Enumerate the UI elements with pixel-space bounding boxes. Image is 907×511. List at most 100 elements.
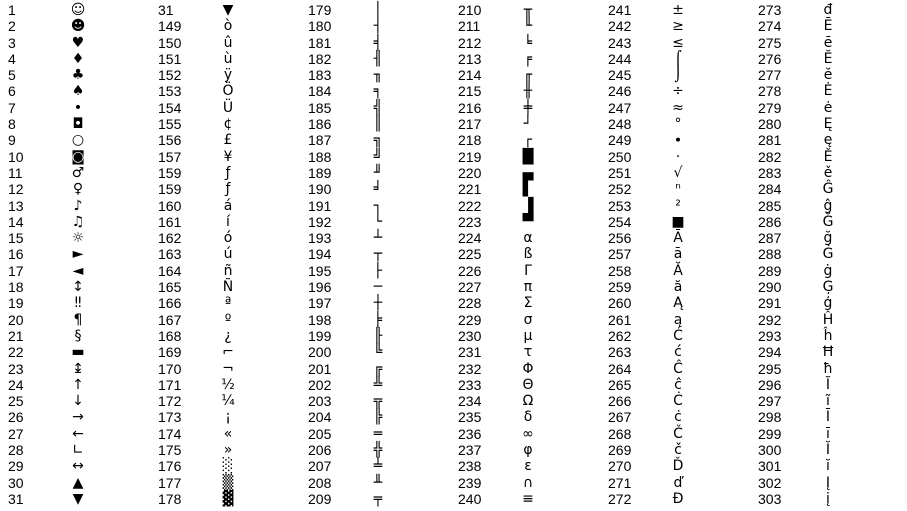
code-number: 175 bbox=[158, 442, 198, 458]
code-glyph: ć bbox=[648, 344, 708, 360]
code-number: 262 bbox=[608, 328, 648, 344]
code-glyph: ◄ bbox=[48, 263, 108, 279]
code-number: 27 bbox=[8, 426, 48, 442]
code-number: 231 bbox=[458, 344, 498, 360]
code-glyph: ╬ bbox=[348, 442, 408, 458]
code-glyph: ↨ bbox=[48, 361, 108, 377]
code-glyph: π bbox=[498, 279, 558, 295]
code-number: 271 bbox=[608, 475, 648, 491]
code-glyph: Ü bbox=[198, 100, 258, 116]
code-number: 176 bbox=[158, 458, 198, 474]
code-number: 208 bbox=[308, 475, 348, 491]
code-number: 220 bbox=[458, 165, 498, 181]
code-number: 269 bbox=[608, 442, 648, 458]
code-number: 221 bbox=[458, 181, 498, 197]
code-glyph: Ī bbox=[798, 409, 858, 425]
code-glyph: ↕ bbox=[48, 279, 108, 295]
code-glyph: £ bbox=[198, 132, 258, 148]
code-number: 165 bbox=[158, 279, 198, 295]
code-glyph: ƒ bbox=[198, 181, 258, 197]
code-number: 198 bbox=[308, 312, 348, 328]
code-glyph: ▬ bbox=[48, 344, 108, 360]
code-glyph: ġ bbox=[798, 263, 858, 279]
code-glyph: ā bbox=[648, 246, 708, 262]
code-number: 293 bbox=[758, 328, 798, 344]
code-glyph: Č bbox=[648, 426, 708, 442]
code-number: 205 bbox=[308, 426, 348, 442]
code-number: 283 bbox=[758, 165, 798, 181]
code-glyph: ≡ bbox=[498, 491, 558, 507]
code-glyph: ¬ bbox=[198, 361, 258, 377]
code-number: 12 bbox=[8, 181, 48, 197]
code-number: 10 bbox=[8, 149, 48, 165]
code-glyph: ╔ bbox=[348, 361, 408, 377]
code-glyph: Ö bbox=[198, 83, 258, 99]
code-number: 17 bbox=[8, 263, 48, 279]
code-glyph: µ bbox=[498, 328, 558, 344]
code-glyph: ♥ bbox=[48, 35, 108, 51]
code-number: 206 bbox=[308, 442, 348, 458]
code-number: 245 bbox=[608, 67, 648, 83]
code-glyph: Ě bbox=[798, 149, 858, 165]
code-glyph: ┤ bbox=[348, 18, 408, 34]
code-number: 235 bbox=[458, 409, 498, 425]
code-number: 24 bbox=[8, 377, 48, 393]
code-number: 172 bbox=[158, 393, 198, 409]
code-number: 200 bbox=[308, 344, 348, 360]
code-glyph: ↔ bbox=[48, 458, 108, 474]
column-3: 179│180┤181╡182╢183╖184╕185╣186║187╗188╝… bbox=[308, 2, 408, 507]
code-glyph: ε bbox=[498, 458, 558, 474]
code-number: 227 bbox=[458, 279, 498, 295]
code-glyph: Σ bbox=[498, 295, 558, 311]
code-number: 210 bbox=[458, 2, 498, 18]
code-glyph: ¶ bbox=[48, 312, 108, 328]
code-number: 285 bbox=[758, 198, 798, 214]
code-glyph: ÷ bbox=[648, 83, 708, 99]
code-glyph: ♦ bbox=[48, 51, 108, 67]
code-glyph: Ĕ bbox=[798, 51, 858, 67]
code-glyph: ▄ bbox=[498, 165, 558, 181]
code-glyph: ║ bbox=[348, 116, 408, 132]
code-number: 216 bbox=[458, 100, 498, 116]
code-number: 30 bbox=[8, 475, 48, 491]
code-number: 22 bbox=[8, 344, 48, 360]
code-glyph: ñ bbox=[198, 263, 258, 279]
code-number: 302 bbox=[758, 475, 798, 491]
code-glyph: Ć bbox=[648, 328, 708, 344]
code-glyph: Ĉ bbox=[648, 361, 708, 377]
code-glyph: ĕ bbox=[798, 67, 858, 83]
code-number: 15 bbox=[8, 230, 48, 246]
code-number: 249 bbox=[608, 132, 648, 148]
code-number: 182 bbox=[308, 51, 348, 67]
code-number: 4 bbox=[8, 51, 48, 67]
code-glyph: ╓ bbox=[498, 67, 558, 83]
code-glyph: ╗ bbox=[348, 132, 408, 148]
code-glyph: Ğ bbox=[798, 214, 858, 230]
code-number: 239 bbox=[458, 475, 498, 491]
code-number: 251 bbox=[608, 165, 648, 181]
code-number: 222 bbox=[458, 198, 498, 214]
code-number: 257 bbox=[608, 246, 648, 262]
code-glyph: ¡ bbox=[198, 409, 258, 425]
code-glyph: Į bbox=[798, 475, 858, 491]
code-number: 199 bbox=[308, 328, 348, 344]
code-number: 170 bbox=[158, 361, 198, 377]
code-number: 20 bbox=[8, 312, 48, 328]
code-glyph: ď bbox=[648, 475, 708, 491]
code-glyph: ó bbox=[198, 230, 258, 246]
code-number: 303 bbox=[758, 491, 798, 507]
code-number: 240 bbox=[458, 491, 498, 507]
code-number: 31 bbox=[158, 2, 198, 18]
code-glyph: ↑ bbox=[48, 377, 108, 393]
code-glyph: └ bbox=[348, 214, 408, 230]
code-number: 296 bbox=[758, 377, 798, 393]
code-glyph: ♂ bbox=[48, 165, 108, 181]
code-number: 289 bbox=[758, 263, 798, 279]
code-number: 9 bbox=[8, 132, 48, 148]
code-number: 243 bbox=[608, 35, 648, 51]
code-number: 31 bbox=[8, 491, 48, 507]
code-number: 1 bbox=[8, 2, 48, 18]
code-number: 18 bbox=[8, 279, 48, 295]
column-1: 1☺2☻3♥4♦5♣6♠7•8◘9○10◙11♂12♀13♪14♫15☼16►1… bbox=[8, 2, 108, 507]
code-number: 154 bbox=[158, 100, 198, 116]
